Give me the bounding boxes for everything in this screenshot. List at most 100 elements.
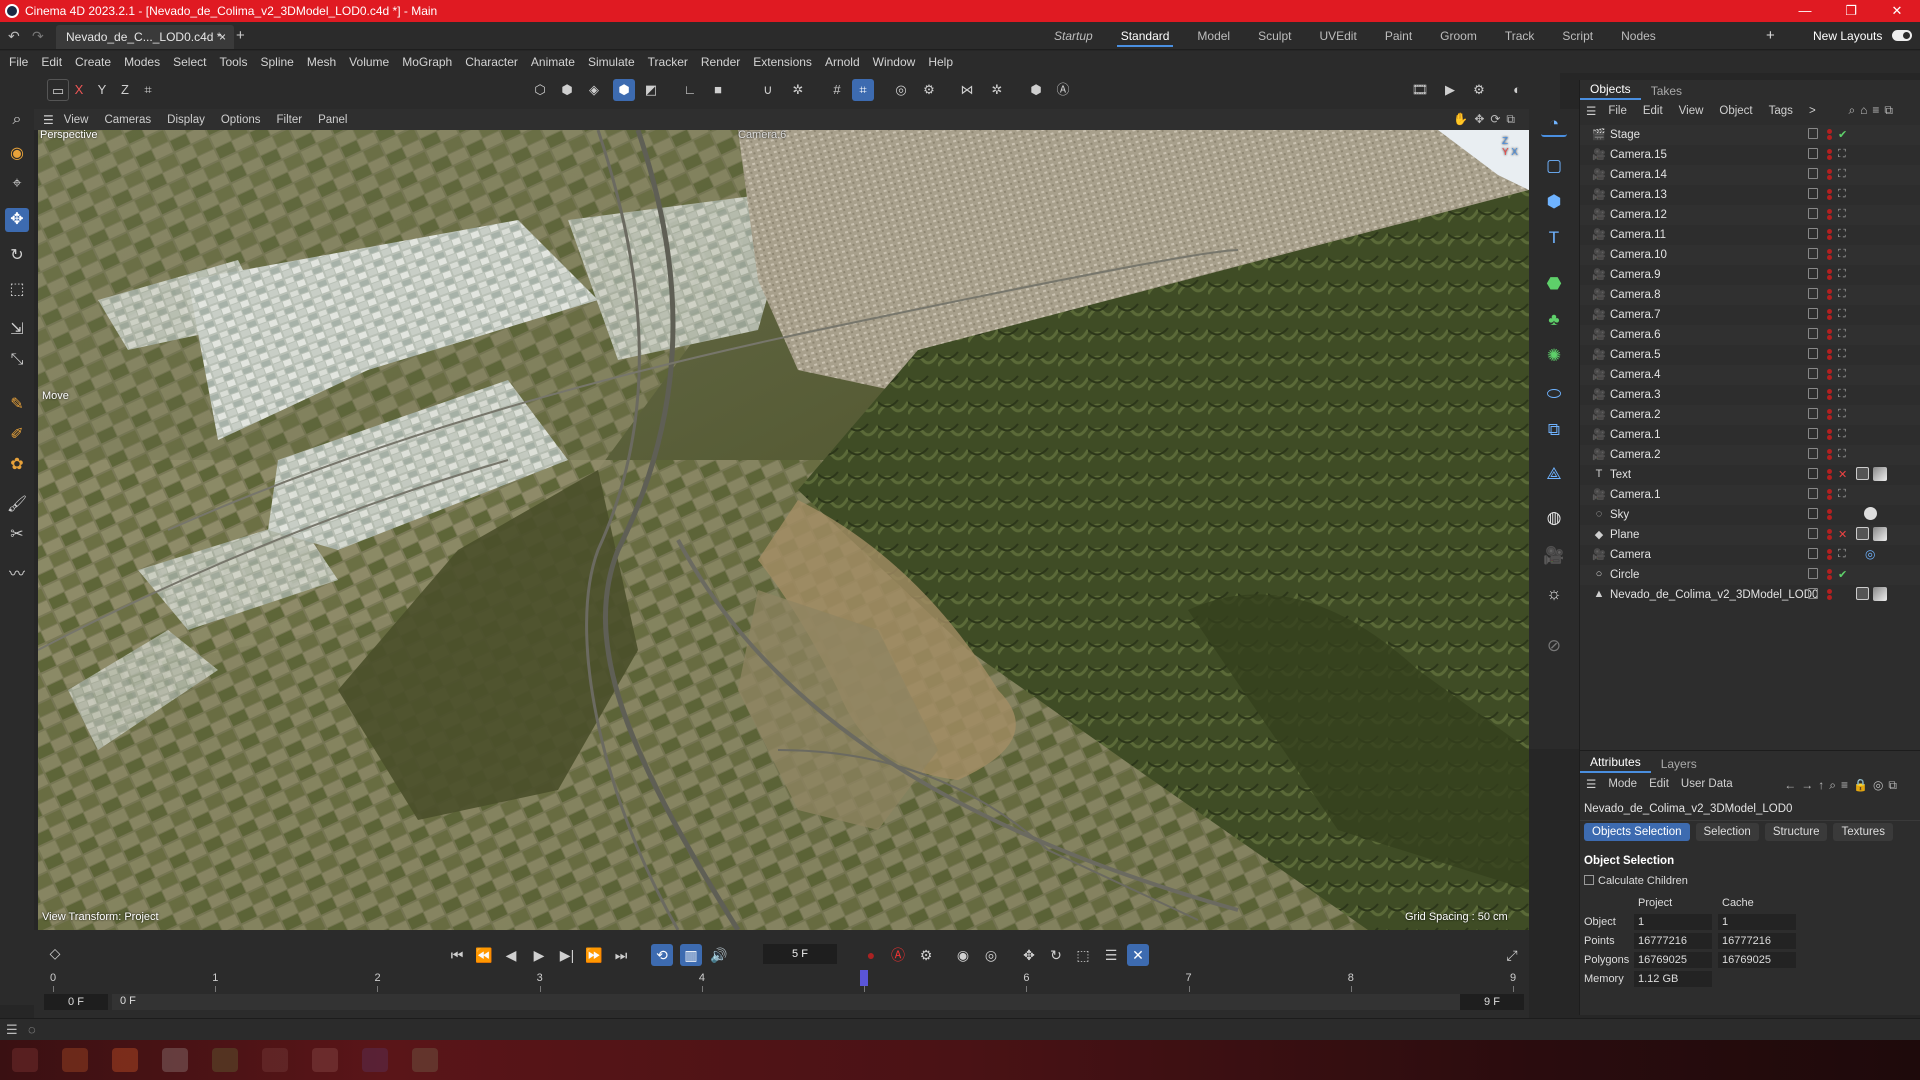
menu-help[interactable]: Help bbox=[928, 55, 953, 69]
visibility-dot-icon[interactable] bbox=[1827, 309, 1832, 314]
visibility-dot-icon[interactable] bbox=[1827, 589, 1832, 594]
layer-checkbox-icon[interactable] bbox=[1808, 548, 1818, 559]
layer-checkbox-icon[interactable] bbox=[1808, 388, 1818, 399]
menu-render[interactable]: Render bbox=[701, 55, 740, 69]
mograph-icon[interactable]: ⟁ bbox=[1541, 461, 1567, 487]
sculpt-tool-icon[interactable]: 〰 bbox=[5, 563, 29, 587]
layer-checkbox-icon[interactable] bbox=[1808, 168, 1818, 179]
interactive-render-icon[interactable]: ◐ bbox=[1506, 79, 1528, 101]
selection-tools-icon[interactable]: ⌖ bbox=[5, 172, 29, 196]
spline-sketch-icon[interactable]: ✐ bbox=[5, 423, 29, 447]
object-list-item[interactable]: 🎥 Camera.5 ⛶ bbox=[1580, 345, 1920, 365]
current-frame-field[interactable]: 5 F bbox=[763, 944, 837, 964]
record-position-icon[interactable]: ✥ bbox=[1018, 944, 1040, 966]
cloner-icon[interactable]: ♣ bbox=[1541, 307, 1567, 333]
render-visibility-dot-icon[interactable] bbox=[1827, 435, 1832, 440]
playhead[interactable] bbox=[860, 970, 869, 986]
undo-icon[interactable]: ↶ bbox=[8, 28, 20, 45]
close-window-button[interactable]: ✕ bbox=[1874, 0, 1920, 22]
tag-icon[interactable]: ⊘ bbox=[1541, 633, 1567, 659]
previous-frame-icon[interactable]: ◀ bbox=[500, 944, 522, 966]
render-visibility-dot-icon[interactable] bbox=[1827, 495, 1832, 500]
menu-arnold[interactable]: Arnold bbox=[825, 55, 860, 69]
tab-attributes[interactable]: Attributes bbox=[1580, 753, 1651, 773]
record-rotation-icon[interactable]: ↻ bbox=[1045, 944, 1067, 966]
object-state-icon[interactable]: ⛶ bbox=[1838, 368, 1846, 381]
object-list-item[interactable]: 🎥 Camera.3 ⛶ bbox=[1580, 385, 1920, 405]
axis-y-toggle[interactable]: Y bbox=[91, 79, 113, 101]
keyframe-selection-icon[interactable]: ◎ bbox=[980, 944, 1002, 966]
layer-checkbox-icon[interactable] bbox=[1808, 448, 1818, 459]
calculate-children-checkbox[interactable] bbox=[1584, 875, 1594, 885]
previous-key-icon[interactable]: ⏪ bbox=[473, 944, 495, 966]
menu-tracker[interactable]: Tracker bbox=[648, 55, 688, 69]
render-visibility-dot-icon[interactable] bbox=[1827, 335, 1832, 340]
timeline-graph-icon[interactable]: ⤢ bbox=[1501, 944, 1523, 966]
move-tool-icon[interactable]: ✥ bbox=[5, 208, 29, 232]
visibility-dot-icon[interactable] bbox=[1827, 489, 1832, 494]
layer-checkbox-icon[interactable] bbox=[1808, 188, 1818, 199]
viewport-menu-view[interactable]: View bbox=[64, 114, 89, 126]
object-state-icon[interactable]: ✕ bbox=[1838, 528, 1847, 541]
scale-tool-icon[interactable]: ⬚ bbox=[5, 278, 29, 302]
object-list-item[interactable]: 🎥 Camera.15 ⛶ bbox=[1580, 145, 1920, 165]
objects-menu-tags[interactable]: Tags bbox=[1769, 105, 1793, 117]
attributes-menu-edit[interactable]: Edit bbox=[1649, 778, 1669, 790]
subtab-selection[interactable]: Selection bbox=[1695, 823, 1759, 841]
viewport-nav-icons[interactable]: ✋✥⟳⧉ bbox=[1453, 112, 1521, 127]
objects-panel-tools-icons[interactable]: ⌕⌂≡⧉ bbox=[1848, 103, 1898, 118]
render-settings-clapper-icon[interactable]: ⚙ bbox=[1468, 79, 1490, 101]
layout-tab-track[interactable]: Track bbox=[1491, 22, 1549, 50]
render-visibility-dot-icon[interactable] bbox=[1827, 275, 1832, 280]
add-layout-button[interactable]: + bbox=[1766, 27, 1775, 44]
keyframe-icon[interactable]: ◇ bbox=[44, 942, 66, 964]
autokey-icon[interactable]: Ⓐ bbox=[887, 944, 909, 966]
axis-x-toggle[interactable]: X bbox=[68, 79, 90, 101]
render-visibility-dot-icon[interactable] bbox=[1827, 215, 1832, 220]
layer-checkbox-icon[interactable] bbox=[1808, 588, 1818, 599]
record-parameter-icon[interactable]: ☰ bbox=[1100, 944, 1122, 966]
uv-mode-icon[interactable]: ◩ bbox=[640, 79, 662, 101]
object-list-item[interactable]: 🎥 Camera.7 ⛶ bbox=[1580, 305, 1920, 325]
grid-icon[interactable]: # bbox=[826, 79, 848, 101]
visibility-dot-icon[interactable] bbox=[1827, 509, 1832, 514]
phong-tag-icon[interactable] bbox=[1856, 467, 1869, 480]
object-list-item[interactable]: 🎬 Stage ✔ bbox=[1580, 125, 1920, 145]
layout-tab-standard[interactable]: Standard bbox=[1107, 22, 1184, 50]
object-state-icon[interactable]: ⛶ bbox=[1838, 248, 1846, 261]
render-visibility-dot-icon[interactable] bbox=[1827, 155, 1832, 160]
render-visibility-dot-icon[interactable] bbox=[1827, 175, 1832, 180]
menu-window[interactable]: Window bbox=[873, 55, 916, 69]
layer-checkbox-icon[interactable] bbox=[1808, 468, 1818, 479]
live-selection-icon[interactable]: ◉ bbox=[5, 142, 29, 166]
view-mode-icon[interactable]: ▭ bbox=[47, 79, 69, 101]
cube-primitive-icon[interactable]: ⬢ bbox=[1541, 189, 1567, 215]
attributes-nav-icons[interactable]: ←→↑⌕≡🔒◎⧉ bbox=[1784, 778, 1902, 793]
object-state-icon[interactable]: ⛶ bbox=[1838, 548, 1846, 561]
layout-tab-groom[interactable]: Groom bbox=[1426, 22, 1491, 50]
layout-tab-script[interactable]: Script bbox=[1548, 22, 1607, 50]
taskbar-app-icon[interactable] bbox=[212, 1048, 238, 1072]
arnold-icon[interactable]: Ⓐ bbox=[1052, 79, 1074, 101]
3d-viewport[interactable]: Perspective Camera.6 Move View Transform… bbox=[38, 130, 1529, 930]
render-visibility-dot-icon[interactable] bbox=[1827, 135, 1832, 140]
layer-checkbox-icon[interactable] bbox=[1808, 428, 1818, 439]
search-icon[interactable]: ⌕ bbox=[5, 108, 29, 132]
layer-checkbox-icon[interactable] bbox=[1808, 408, 1818, 419]
menu-simulate[interactable]: Simulate bbox=[588, 55, 635, 69]
record-point-level-icon[interactable]: ✕ bbox=[1127, 944, 1149, 966]
menu-file[interactable]: File bbox=[9, 55, 28, 69]
new-layouts-toggle[interactable] bbox=[1892, 30, 1912, 41]
object-list-item[interactable]: 🎥 Camera.13 ⛶ bbox=[1580, 185, 1920, 205]
attributes-menu-user-data[interactable]: User Data bbox=[1681, 778, 1733, 790]
menu-volume[interactable]: Volume bbox=[349, 55, 389, 69]
transform-tool-icon[interactable]: ⤡ bbox=[5, 348, 29, 372]
model-mode-icon[interactable]: ⬡ bbox=[529, 79, 551, 101]
sound-icon[interactable]: 🔊 bbox=[708, 944, 730, 966]
layer-checkbox-icon[interactable] bbox=[1808, 288, 1818, 299]
object-list-item[interactable]: 🎥 Camera.1 ⛶ bbox=[1580, 485, 1920, 505]
menu-modes[interactable]: Modes bbox=[124, 55, 160, 69]
object-state-icon[interactable]: ✔ bbox=[1838, 568, 1847, 581]
visibility-dot-icon[interactable] bbox=[1827, 449, 1832, 454]
object-list-item[interactable]: 🎥 Camera.12 ⛶ bbox=[1580, 205, 1920, 225]
